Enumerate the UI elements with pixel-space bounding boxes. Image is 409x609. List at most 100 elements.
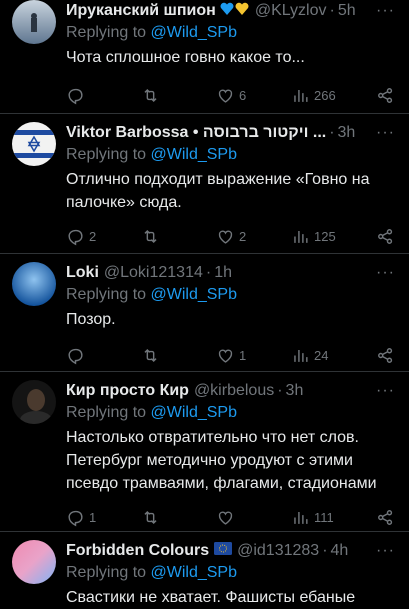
separator-dot: ·: [322, 542, 328, 559]
avatar[interactable]: [12, 380, 56, 424]
avatar[interactable]: [12, 262, 56, 306]
timestamp[interactable]: 3h: [286, 382, 304, 400]
retweet-icon: [144, 229, 157, 243]
view-count: 125: [314, 228, 336, 244]
more-icon[interactable]: ···: [376, 124, 395, 142]
like-button[interactable]: [216, 508, 291, 527]
action-bar: 1 24: [66, 340, 395, 370]
replying-label: Replying to: [66, 146, 151, 163]
tweet-text: Настолько отвратительно что нет слов. Пе…: [66, 429, 377, 492]
tweet[interactable]: Forbidden Colours @id131283 · 4h ··· Rep…: [0, 532, 409, 606]
retweet-icon: [144, 348, 157, 362]
display-name[interactable]: Viktor Barbossa • ויקטור ברבוסה ...: [66, 124, 326, 142]
heart-icon: [218, 89, 233, 103]
share-button[interactable]: [376, 227, 395, 246]
reply-icon: [68, 510, 83, 526]
replying-to-link[interactable]: @Wild_SPb: [151, 404, 238, 421]
timestamp[interactable]: 3h: [338, 124, 356, 142]
replying-to-link[interactable]: @Wild_SPb: [151, 286, 238, 303]
more-icon[interactable]: ···: [376, 382, 395, 400]
tweet[interactable]: Ируканский шпион @KLyzlov · 5h ··· Reply…: [0, 0, 409, 114]
like-button[interactable]: 1: [216, 346, 291, 365]
share-button[interactable]: [376, 346, 395, 365]
handle[interactable]: @id131283: [237, 542, 319, 560]
action-bar: 2 2 125: [66, 221, 395, 251]
reply-icon: [68, 348, 83, 364]
replying-label: Replying to: [66, 286, 151, 303]
replying-to: Replying to @Wild_SPb: [66, 562, 395, 584]
share-icon: [378, 87, 393, 103]
heart-icon: [218, 511, 233, 525]
reply-button[interactable]: [66, 86, 141, 105]
reply-button[interactable]: [66, 346, 141, 365]
retweet-button[interactable]: [141, 227, 216, 246]
action-bar: 6 266: [66, 80, 395, 110]
like-count: 1: [239, 347, 247, 363]
views-icon: [294, 89, 308, 102]
like-button[interactable]: 2: [216, 227, 291, 246]
reply-button[interactable]: 2: [66, 227, 141, 246]
views-button[interactable]: 111: [291, 508, 366, 527]
more-icon[interactable]: ···: [376, 264, 395, 282]
view-count: 24: [314, 347, 329, 363]
views-button[interactable]: 125: [291, 227, 366, 246]
reply-count: 2: [89, 228, 97, 244]
avatar[interactable]: [12, 540, 56, 584]
handle[interactable]: @KLyzlov: [255, 2, 327, 20]
heart-icon: [218, 349, 233, 363]
timestamp[interactable]: 1h: [214, 264, 232, 282]
tweet[interactable]: Loki @Loki121314 · 1h ··· Replying to @W…: [0, 254, 409, 372]
display-name[interactable]: Кир просто Кир: [66, 382, 189, 400]
replying-label: Replying to: [66, 24, 151, 41]
tweet-text: Позор.: [66, 311, 116, 328]
timestamp[interactable]: 4h: [331, 542, 349, 560]
action-bar: 1 111: [66, 502, 395, 532]
share-button[interactable]: [376, 86, 395, 105]
more-icon[interactable]: ···: [376, 542, 395, 560]
retweet-button[interactable]: [141, 346, 216, 365]
replying-to-link[interactable]: @Wild_SPb: [151, 146, 238, 163]
share-button[interactable]: [376, 508, 395, 527]
avatar[interactable]: [12, 122, 56, 166]
separator-dot: ·: [329, 2, 335, 19]
tweet[interactable]: Кир просто Кир @kirbelous · 3h ··· Reply…: [0, 372, 409, 532]
display-name[interactable]: Forbidden Colours: [66, 542, 209, 560]
replying-to-link[interactable]: @Wild_SPb: [151, 24, 238, 41]
views-icon: [294, 349, 308, 362]
heart-badge-icon: [220, 2, 250, 21]
reply-icon: [68, 229, 83, 245]
tweet[interactable]: Viktor Barbossa • ויקטור ברבוסה ... · 3h…: [0, 114, 409, 254]
views-icon: [294, 511, 308, 524]
replying-to: Replying to @Wild_SPb: [66, 402, 395, 424]
replying-label: Replying to: [66, 404, 151, 421]
avatar[interactable]: [12, 0, 56, 44]
tweet-text: Чота сплошное говно какое то...: [66, 49, 305, 66]
replying-to: Replying to @Wild_SPb: [66, 22, 395, 44]
reply-count: 1: [89, 509, 97, 525]
views-button[interactable]: 266: [291, 86, 366, 105]
display-name[interactable]: Loki: [66, 264, 99, 282]
retweet-button[interactable]: [141, 508, 216, 527]
share-icon: [378, 347, 393, 363]
display-name[interactable]: Ируканский шпион: [66, 2, 216, 20]
separator-dot: ·: [329, 124, 335, 141]
views-icon: [294, 230, 308, 243]
share-icon: [378, 509, 393, 525]
timestamp[interactable]: 5h: [338, 2, 356, 20]
like-count: 6: [239, 87, 247, 103]
handle[interactable]: @kirbelous: [194, 382, 274, 400]
reply-button[interactable]: 1: [66, 508, 141, 527]
tweet-text: Свастики не хватает. Фашисты ебаные: [66, 589, 356, 606]
like-count: 2: [239, 228, 247, 244]
view-count: 111: [314, 509, 334, 525]
handle[interactable]: @Loki121314: [104, 264, 203, 282]
retweet-icon: [144, 510, 157, 524]
retweet-button[interactable]: [141, 86, 216, 105]
retweet-icon: [144, 88, 157, 102]
views-button[interactable]: 24: [291, 346, 366, 365]
like-button[interactable]: 6: [216, 86, 291, 105]
replying-to-link[interactable]: @Wild_SPb: [151, 564, 238, 581]
tweet-text: Отлично подходит выражение «Говно на пал…: [66, 171, 370, 211]
share-icon: [378, 228, 393, 244]
more-icon[interactable]: ···: [376, 2, 395, 20]
